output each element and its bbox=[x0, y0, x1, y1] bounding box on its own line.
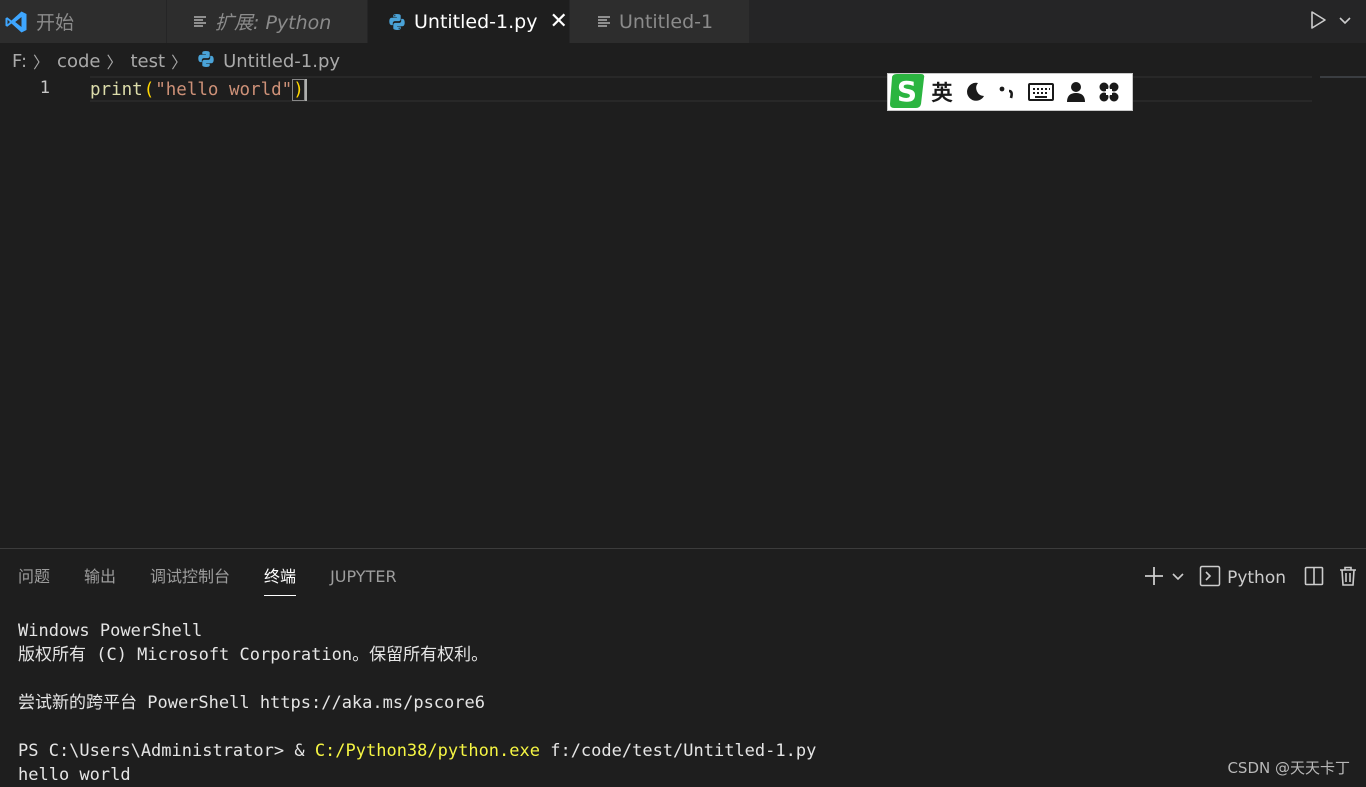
ime-language-toggle[interactable]: 英 bbox=[926, 74, 958, 110]
keyboard-icon[interactable] bbox=[1022, 74, 1060, 110]
python-icon bbox=[388, 13, 406, 31]
terminal-icon bbox=[1199, 565, 1221, 592]
minimap[interactable] bbox=[1320, 76, 1366, 78]
text-file-icon bbox=[597, 15, 611, 29]
chevron-right-icon: 〉 bbox=[33, 53, 50, 72]
chevron-down-icon[interactable] bbox=[1338, 12, 1352, 31]
terminal-line: 版权所有 (C) Microsoft Corporation。保留所有权利。 bbox=[18, 645, 489, 665]
moon-icon[interactable] bbox=[958, 74, 992, 110]
editor-tab-bar: 开始 扩展: Python Untitled-1.py ✕ Untitled-1 bbox=[0, 0, 1366, 43]
chevron-right-icon: 〉 bbox=[171, 53, 188, 72]
panel-actions: Python bbox=[1143, 563, 1358, 593]
breadcrumb-drive[interactable]: F: bbox=[12, 51, 27, 72]
terminal-prompt: PS C:\Users\Administrator> & bbox=[18, 741, 315, 761]
tab-untitled-1[interactable]: Untitled-1 bbox=[570, 0, 750, 43]
user-icon[interactable] bbox=[1060, 74, 1092, 110]
tab-label: 开始 bbox=[36, 12, 75, 34]
vscode-logo-icon bbox=[4, 10, 28, 34]
terminal-output[interactable]: Windows PowerShell 版权所有 (C) Microsoft Cor… bbox=[18, 619, 816, 787]
run-icon[interactable] bbox=[1308, 10, 1328, 34]
tab-debug-console[interactable]: 调试控制台 bbox=[150, 563, 230, 595]
tab-label: Untitled-1 bbox=[619, 10, 714, 33]
terminal-program-output: hello world bbox=[18, 765, 131, 785]
preview-lines-icon bbox=[193, 15, 207, 29]
svg-text:S: S bbox=[897, 75, 917, 108]
breadcrumb-folder[interactable]: test bbox=[130, 51, 165, 72]
python-icon bbox=[197, 50, 215, 73]
tab-label: Untitled-1.py bbox=[414, 10, 538, 33]
breadcrumb-folder[interactable]: code bbox=[57, 51, 100, 72]
split-terminal-icon[interactable] bbox=[1304, 566, 1324, 591]
tab-extension-python[interactable]: 扩展: Python bbox=[167, 0, 368, 43]
tab-label: 扩展: Python bbox=[215, 12, 332, 34]
code-function: print bbox=[90, 80, 143, 100]
code-line[interactable]: print("hello world") bbox=[90, 78, 307, 102]
close-icon[interactable]: ✕ bbox=[549, 9, 567, 34]
text-cursor bbox=[304, 79, 307, 101]
terminal-args: f:/code/test/Untitled-1.py bbox=[539, 741, 817, 761]
tab-problems[interactable]: 问题 bbox=[18, 563, 50, 595]
sogou-logo-icon[interactable]: S bbox=[888, 72, 926, 110]
tab-terminal[interactable]: 终端 bbox=[264, 563, 297, 596]
punctuation-icon[interactable] bbox=[992, 74, 1022, 110]
terminal-profile[interactable]: Python bbox=[1199, 565, 1286, 592]
tab-untitled-1-py[interactable]: Untitled-1.py ✕ bbox=[368, 0, 570, 43]
breadcrumb: F: 〉 code 〉 test 〉 Untitled-1.py bbox=[12, 48, 340, 74]
code-open-paren: ( bbox=[143, 80, 155, 100]
panel-tabs: 问题 输出 调试控制台 终端 JUPYTER bbox=[18, 563, 431, 596]
tab-output[interactable]: 输出 bbox=[84, 563, 116, 595]
watermark: CSDN @天天卡丁 bbox=[1227, 759, 1350, 777]
terminal-command-line: PS C:\Users\Administrator> & C:/Python38… bbox=[18, 739, 816, 763]
terminal-profile-label: Python bbox=[1227, 568, 1286, 588]
code-editor[interactable]: 1 print("hello world") bbox=[0, 76, 1366, 548]
chevron-down-icon[interactable] bbox=[1171, 568, 1185, 588]
editor-actions bbox=[1308, 0, 1352, 43]
line-number: 1 bbox=[39, 78, 50, 98]
bottom-panel: 问题 输出 调试控制台 终端 JUPYTER Python Windows Po… bbox=[0, 548, 1366, 786]
tab-welcome[interactable]: 开始 bbox=[0, 0, 167, 43]
trash-icon[interactable] bbox=[1338, 565, 1358, 592]
terminal-exe-path: C:/Python38/python.exe bbox=[314, 741, 540, 761]
ime-toolbar: S 英 bbox=[887, 73, 1133, 111]
chevron-right-icon: 〉 bbox=[106, 53, 123, 72]
new-terminal-icon[interactable] bbox=[1143, 565, 1165, 592]
tab-jupyter[interactable]: JUPYTER bbox=[330, 563, 397, 595]
breadcrumb-file[interactable]: Untitled-1.py bbox=[223, 51, 340, 72]
apps-icon[interactable] bbox=[1092, 74, 1126, 110]
terminal-line: 尝试新的跨平台 PowerShell https://aka.ms/pscore… bbox=[18, 693, 485, 713]
code-close-paren: ) bbox=[292, 79, 305, 101]
terminal-line: Windows PowerShell bbox=[18, 621, 203, 641]
code-string: "hello world" bbox=[155, 80, 293, 100]
